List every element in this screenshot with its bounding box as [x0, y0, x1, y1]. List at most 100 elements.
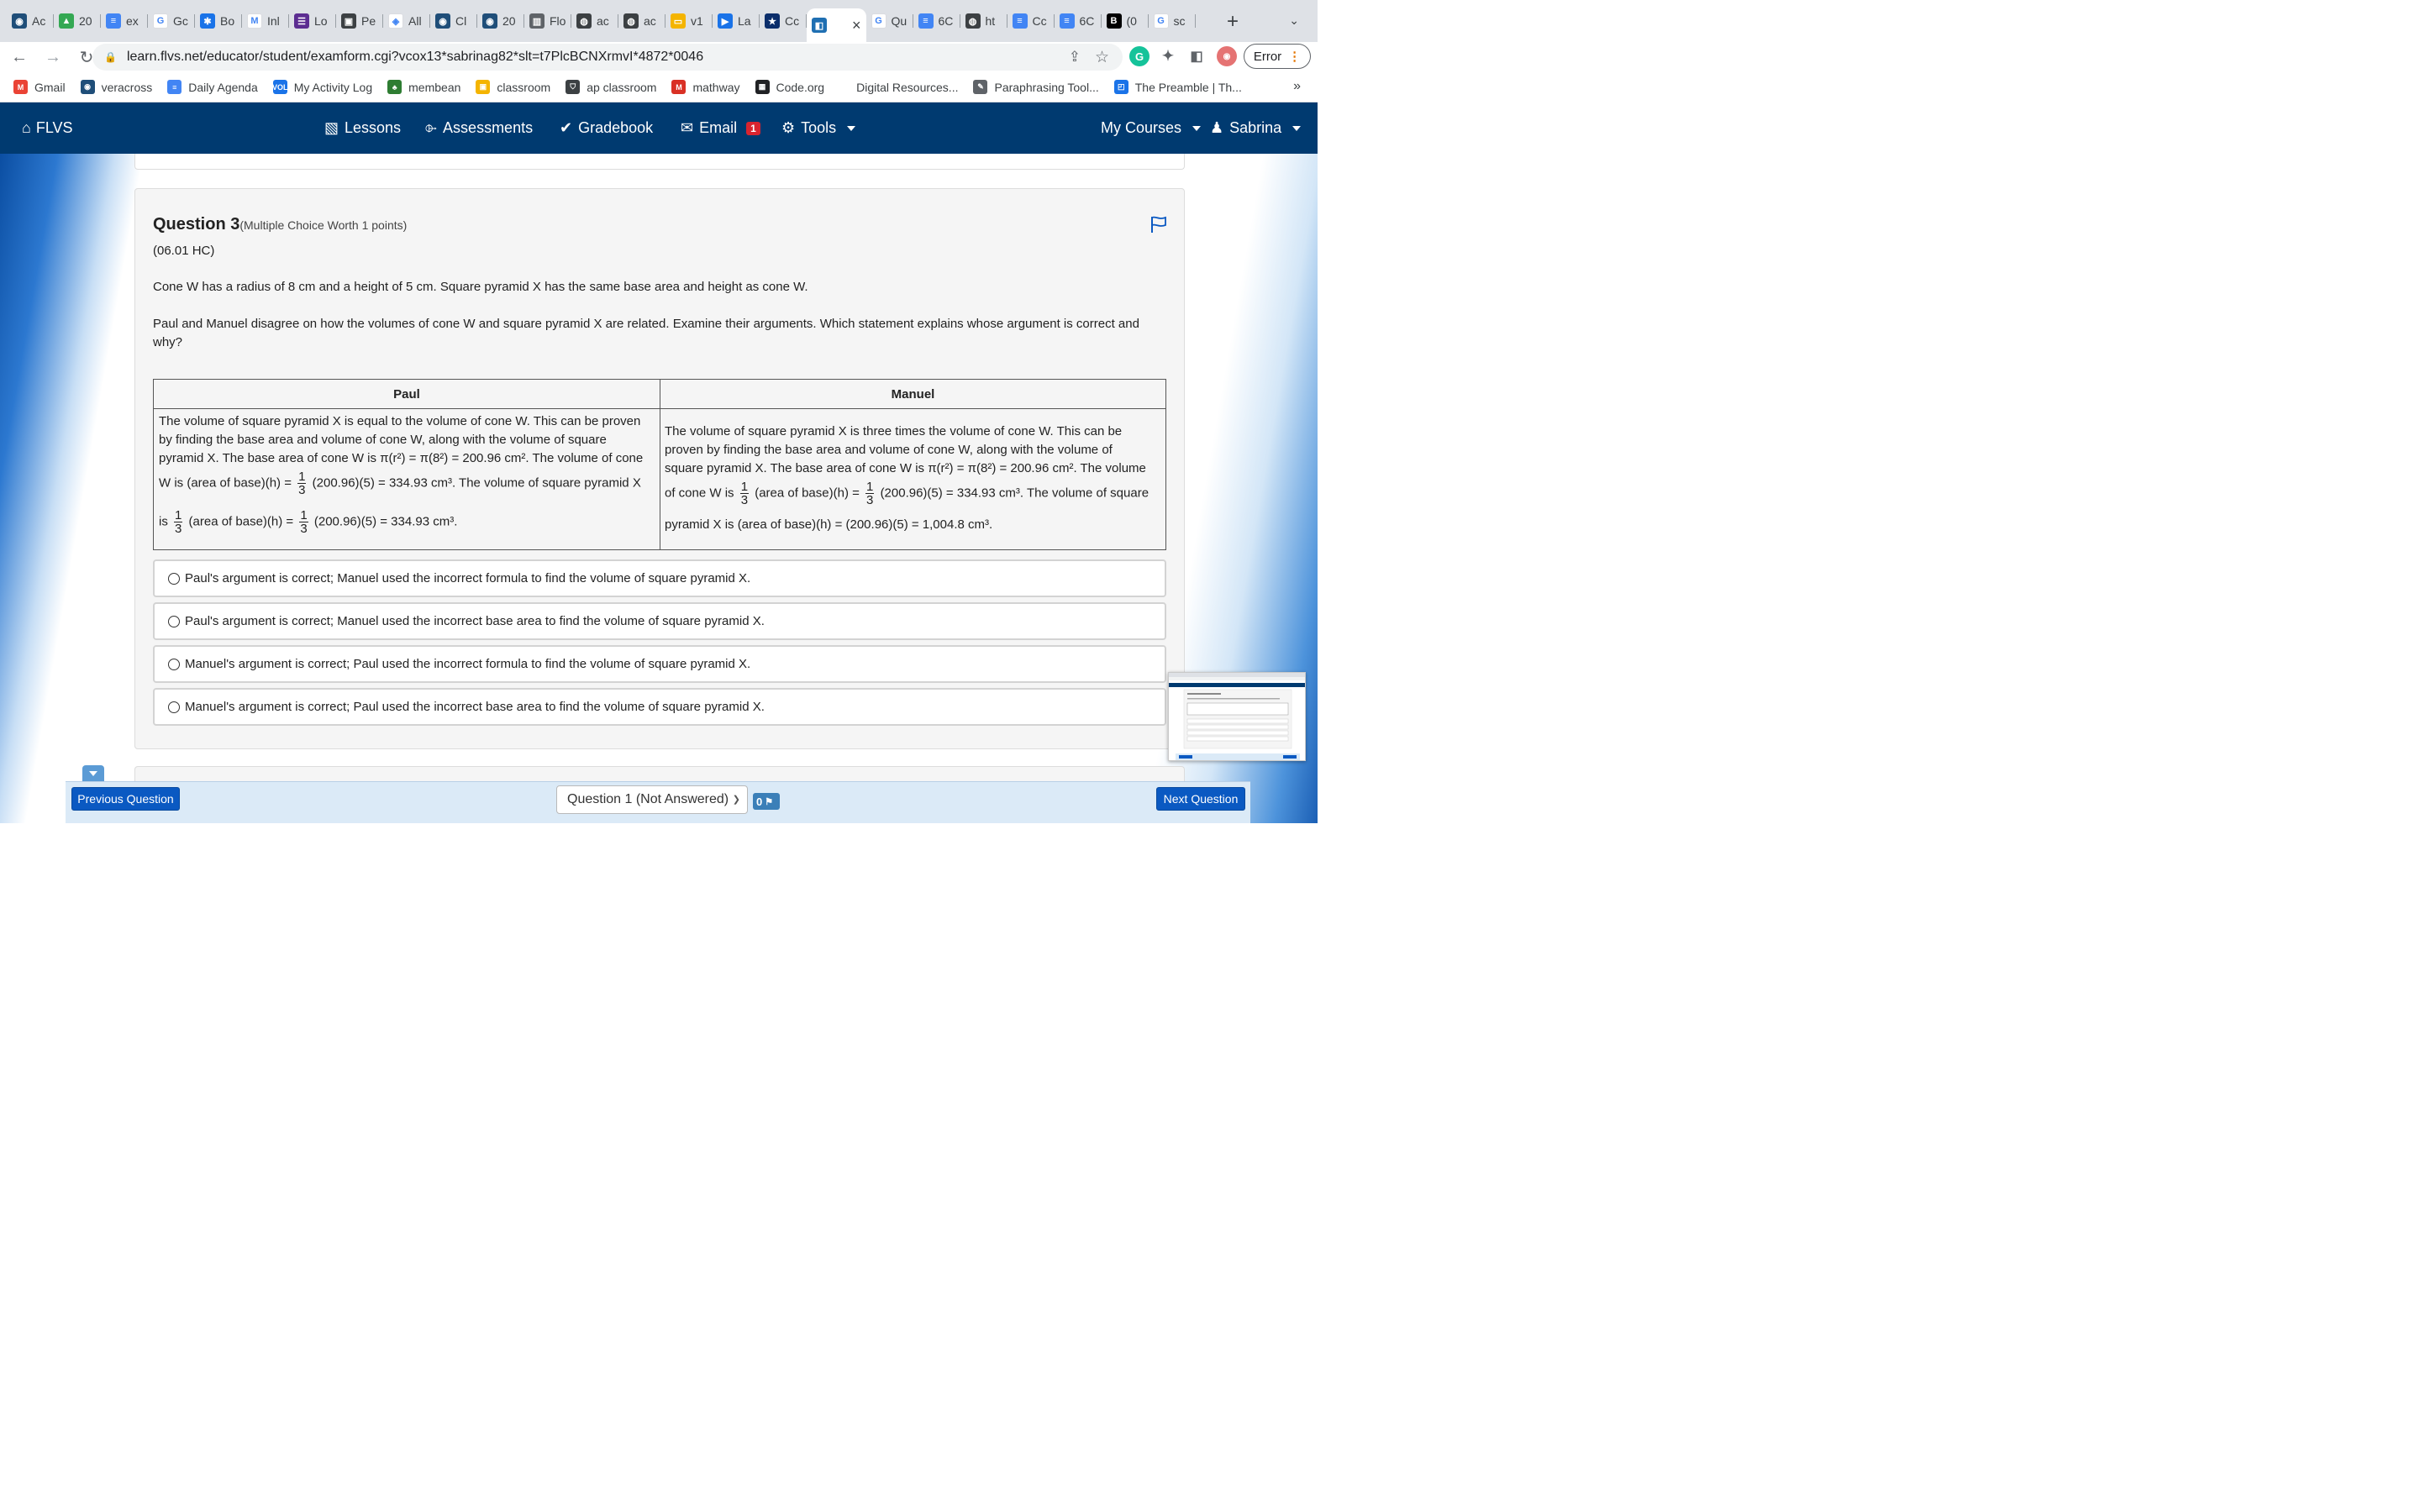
radio-button[interactable] [168, 572, 180, 585]
nav-assessments[interactable]: ⌱ Assessments [425, 119, 533, 137]
bookmark-item[interactable]: M Gmail [13, 80, 66, 94]
lock-icon[interactable]: 🔒 [104, 51, 117, 63]
browser-tab[interactable]: ≡ 6C [913, 7, 960, 35]
question-selector[interactable]: Question 1 (Not Answered) ❯ [556, 785, 748, 814]
nav-lessons[interactable]: ▧ Lessons [324, 119, 401, 137]
bookmark-item[interactable]: ▣ classroom [476, 80, 550, 94]
browser-tab[interactable]: ☰ Lo [289, 7, 336, 35]
bookmark-item[interactable]: ▦ Code.org [755, 80, 824, 94]
nav-tools[interactable]: ⚙ Tools [781, 119, 856, 137]
browser-tab[interactable]: ▲ 20 [54, 7, 101, 35]
extensions-puzzle-icon[interactable]: ✦ [1158, 46, 1178, 66]
browser-tab[interactable]: ◉ Cl [430, 7, 477, 35]
answer-choice-text[interactable]: Paul's argument is correct; Manuel used … [185, 614, 765, 628]
browser-tab[interactable]: ◍ ac [571, 7, 618, 35]
browser-tab[interactable]: G Qu [866, 7, 913, 35]
grammarly-icon[interactable]: G [1129, 46, 1150, 66]
bookmark-favicon-icon: ▦ [755, 80, 770, 94]
bookmark-item[interactable]: ♣ membean [387, 80, 460, 94]
browser-tab[interactable]: G Gc [148, 7, 195, 35]
arguments-table: Paul Manuel The volume of square pyramid… [153, 379, 1166, 550]
bookmark-item[interactable]: ✎ Paraphrasing Tool... [973, 80, 1099, 94]
paul-argument-line-2: by finding the base area and volume of c… [159, 433, 607, 447]
flagged-count: 0 [756, 795, 763, 808]
browser-tab[interactable]: ◍ ac [618, 7, 666, 35]
bookmarks-overflow-icon[interactable]: » [1293, 79, 1301, 94]
answer-choice-a[interactable]: Paul's argument is correct; Manuel used … [153, 559, 1166, 597]
browser-tab[interactable]: ▶ La [713, 7, 760, 35]
profile-avatar[interactable]: ◉ [1217, 46, 1237, 66]
bookmark-item[interactable]: Digital Resources... [856, 81, 958, 94]
browser-tab[interactable]: B (0 [1102, 7, 1149, 35]
nav-my-courses[interactable]: My Courses [1101, 119, 1202, 137]
browser-tab[interactable]: ◧ × [807, 8, 866, 42]
side-panel-icon[interactable]: ◧ [1186, 46, 1207, 66]
radio-button[interactable] [168, 658, 180, 670]
paul-text: (area of base)(h) = [188, 514, 294, 529]
close-tab-icon[interactable]: × [852, 17, 861, 34]
back-icon[interactable]: ← [5, 48, 34, 67]
paul-argument-line-5: is 13 (area of base)(h) = 13 (200.96)(5)… [159, 509, 457, 535]
nav-gradebook[interactable]: ✔ Gradebook [560, 119, 653, 137]
browser-tab[interactable]: ◉ 20 [477, 7, 524, 35]
new-tab-button[interactable]: + [1227, 10, 1239, 34]
previous-question-button[interactable]: Previous Question [71, 787, 180, 811]
browser-tab[interactable]: ◈ All [383, 7, 430, 35]
nav-user-menu[interactable]: ♟ Sabrina [1210, 119, 1302, 137]
browser-tab[interactable]: ≡ 6C [1055, 7, 1102, 35]
next-question-button[interactable]: Next Question [1156, 787, 1245, 811]
browser-tab-strip: ◉ Ac ▲ 20 ≡ ex G Gc ✱ Bo M Inl ☰ Lo ▣ Pe ◈ All ◉ Cl ◉ 20 ▥ Flo ◍… [0, 0, 1318, 42]
browser-tab[interactable]: Gsc [1149, 7, 1196, 35]
flvs-home-link[interactable]: ⌂ FLVS [22, 119, 73, 137]
profile-error-button[interactable]: Error ⋮ [1244, 44, 1311, 69]
flag-question-icon[interactable] [1150, 215, 1168, 234]
collapse-footer-button[interactable] [82, 765, 104, 782]
radio-button[interactable] [168, 701, 180, 713]
tab-title: ac [644, 14, 656, 28]
browser-tab[interactable]: ★ Cc [760, 7, 807, 35]
tab-title: Cc [1032, 14, 1047, 28]
bookmark-favicon-icon: M [13, 80, 28, 94]
answer-choice-c[interactable]: Manuel's argument is correct; Paul used … [153, 645, 1166, 683]
tab-title: Cc [785, 14, 800, 28]
answer-choice-b[interactable]: Paul's argument is correct; Manuel used … [153, 602, 1166, 640]
bookmark-star-icon[interactable]: ☆ [1095, 48, 1109, 67]
url-text[interactable]: learn.flvs.net/educator/student/examform… [127, 50, 703, 65]
browser-tab[interactable]: ▥ Flo [524, 7, 571, 35]
browser-tab[interactable]: ≡ ex [101, 7, 148, 35]
bookmark-item[interactable]: Mmathway [671, 80, 740, 94]
browser-tab[interactable]: ≡ Cc [1007, 7, 1055, 35]
flagged-count-badge[interactable]: 0 ⚑ [753, 793, 780, 810]
answer-choice-text[interactable]: Paul's argument is correct; Manuel used … [185, 571, 750, 585]
browser-tab[interactable]: ▣ Pe [336, 7, 383, 35]
bookmark-item[interactable]: VOL My Activity Log [272, 80, 372, 94]
tab-favicon-icon: ◍ [965, 13, 981, 29]
bookmark-item[interactable]: ⛉ ap classroom [566, 80, 656, 94]
flvs-brand: FLVS [35, 119, 73, 136]
nav-gradebook-label: Gradebook [578, 119, 654, 136]
tab-favicon-icon: ◉ [435, 13, 450, 29]
bookmark-item[interactable]: ◰ The Preamble | Th... [1113, 80, 1242, 94]
tab-title: Gc [173, 14, 188, 28]
bookmark-item[interactable]: ≡ Daily Agenda [167, 80, 258, 94]
forward-icon[interactable]: → [39, 48, 67, 67]
tab-search-chevron-icon[interactable]: ⌄ [1289, 13, 1299, 28]
address-bar[interactable]: 🔒 learn.flvs.net/educator/student/examfo… [92, 44, 1123, 71]
browser-tab[interactable]: ◍ ht [960, 7, 1007, 35]
radio-button[interactable] [168, 615, 180, 627]
answer-choice-text[interactable]: Manuel's argument is correct; Paul used … [185, 657, 750, 671]
tab-title: v1 [691, 14, 703, 28]
answer-choice-text[interactable]: Manuel's argument is correct; Paul used … [185, 700, 765, 714]
bookmark-item[interactable]: ◉ veracross [80, 80, 152, 94]
browser-tab[interactable]: ▭ v1 [666, 7, 713, 35]
browser-tab[interactable]: ✱ Bo [195, 7, 242, 35]
browser-tab[interactable]: ◉ Ac [7, 7, 54, 35]
nav-email[interactable]: ✉ Email 1 [681, 119, 760, 137]
screenshot-thumbnail[interactable] [1168, 672, 1306, 761]
share-icon[interactable]: ⇪ [1069, 49, 1081, 66]
answer-choice-d[interactable]: Manuel's argument is correct; Paul used … [153, 688, 1166, 726]
fraction-numerator: 1 [299, 508, 308, 522]
kebab-menu-icon[interactable]: ⋮ [1288, 49, 1301, 64]
browser-tab[interactable]: M Inl [242, 7, 289, 35]
bookmark-label: The Preamble | Th... [1134, 80, 1242, 94]
